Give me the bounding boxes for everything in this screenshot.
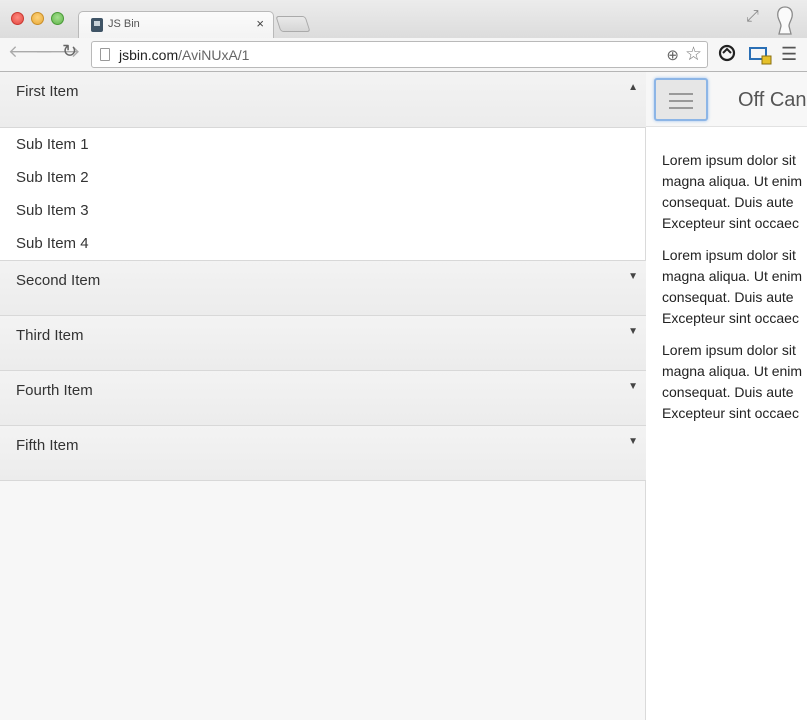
offcanvas-menu: First Item ▲ Sub Item 1 Sub Item 2 Sub I…: [0, 72, 646, 720]
page-icon: [100, 48, 110, 61]
hamburger-bar-icon: [669, 93, 693, 95]
browser-toolbar: 🡐 🡒 ↻ jsbin.com/AviNUxA/1 ⊕ ☆ ☰: [0, 38, 807, 72]
tab-strip: JS Bin × ⤢: [0, 0, 807, 39]
sub-item-1[interactable]: Sub Item 1: [0, 134, 645, 167]
window-minimize-button[interactable]: [31, 12, 44, 25]
accordion-item-label: Second Item: [16, 272, 101, 289]
reload-icon[interactable]: ↻: [62, 41, 77, 62]
paragraph-line: consequat. Duis aute: [662, 194, 794, 210]
browser-window: JS Bin × ⤢ 🡐 🡒 ↻ jsbin.com/AviNUxA/1 ⊕ ☆…: [0, 0, 807, 720]
accordion-item-label: First Item: [16, 83, 79, 100]
accordion-fifth-item[interactable]: Fifth Item ▼: [0, 426, 646, 481]
window-maximize-button[interactable]: [51, 12, 64, 25]
accordion-item-label: Fourth Item: [16, 382, 93, 399]
page-title: Off Can: [738, 89, 807, 111]
bookmark-star-icon[interactable]: ☆: [685, 43, 702, 66]
paragraph-line: Lorem ipsum dolor sit: [662, 247, 796, 263]
paragraph-line: consequat. Duis aute: [662, 289, 794, 305]
accordion-fourth-item[interactable]: Fourth Item ▼: [0, 371, 646, 426]
paragraph-line: Excepteur sint occaec: [662, 405, 799, 421]
paragraph-line: Excepteur sint occaec: [662, 310, 799, 326]
cast-extension-icon[interactable]: [748, 45, 772, 65]
window-close-button[interactable]: [11, 12, 24, 25]
paragraph-line: Excepteur sint occaec: [662, 215, 799, 231]
accordion-item-label: Third Item: [16, 327, 84, 344]
tab-title: JS Bin: [108, 18, 140, 30]
jsbin-favicon-icon: [91, 18, 103, 32]
accordion-first-item[interactable]: First Item ▲: [0, 72, 646, 128]
page-content: First Item ▲ Sub Item 1 Sub Item 2 Sub I…: [0, 72, 807, 720]
url-text[interactable]: jsbin.com/AviNUxA/1: [119, 47, 249, 63]
accordion-second-item[interactable]: Second Item ▼: [0, 261, 646, 316]
menu-toggle-button[interactable]: [654, 78, 708, 121]
paragraph-2: Lorem ipsum dolor sit magna aliqua. Ut e…: [662, 245, 807, 329]
arrow-down-icon: ▼: [628, 436, 638, 447]
paragraph-line: magna aliqua. Ut enim: [662, 268, 803, 284]
main-header: Off Can: [646, 72, 807, 127]
accordion-third-item[interactable]: Third Item ▼: [0, 316, 646, 371]
address-bar[interactable]: jsbin.com/AviNUxA/1 ⊕ ☆: [91, 41, 708, 68]
paragraph-line: Lorem ipsum dolor sit: [662, 342, 796, 358]
paragraph-line: consequat. Duis aute: [662, 384, 794, 400]
sub-item-2[interactable]: Sub Item 2: [0, 167, 645, 200]
browser-tab[interactable]: JS Bin ×: [78, 11, 274, 39]
zoom-icon[interactable]: ⊕: [666, 46, 679, 64]
hamburger-bar-icon: [669, 107, 693, 109]
accordion-item-label: Fifth Item: [16, 437, 79, 454]
arrow-down-icon: ▼: [628, 381, 638, 392]
fullscreen-icon[interactable]: ⤢: [746, 8, 759, 26]
extension-icon[interactable]: [718, 44, 736, 62]
arrow-up-icon: ▲: [628, 82, 638, 93]
hamburger-bar-icon: [669, 100, 693, 102]
paragraph-line: Lorem ipsum dolor sit: [662, 152, 796, 168]
chrome-menu-icon[interactable]: ☰: [781, 44, 797, 65]
tab-close-icon[interactable]: ×: [256, 16, 264, 32]
paragraph-1: Lorem ipsum dolor sit magna aliqua. Ut e…: [662, 150, 807, 234]
paragraph-line: magna aliqua. Ut enim: [662, 173, 803, 189]
arrow-down-icon: ▼: [628, 326, 638, 337]
accordion-first-body: Sub Item 1 Sub Item 2 Sub Item 3 Sub Ite…: [0, 128, 645, 261]
paragraph-line: magna aliqua. Ut enim: [662, 363, 803, 379]
new-tab-button[interactable]: [275, 16, 311, 32]
main-pane: Off Can Lorem ipsum dolor sit magna aliq…: [646, 72, 807, 720]
profile-icon[interactable]: [772, 4, 798, 36]
arrow-down-icon: ▼: [628, 271, 638, 282]
paragraph-3: Lorem ipsum dolor sit magna aliqua. Ut e…: [662, 340, 807, 424]
sub-item-3[interactable]: Sub Item 3: [0, 200, 645, 233]
